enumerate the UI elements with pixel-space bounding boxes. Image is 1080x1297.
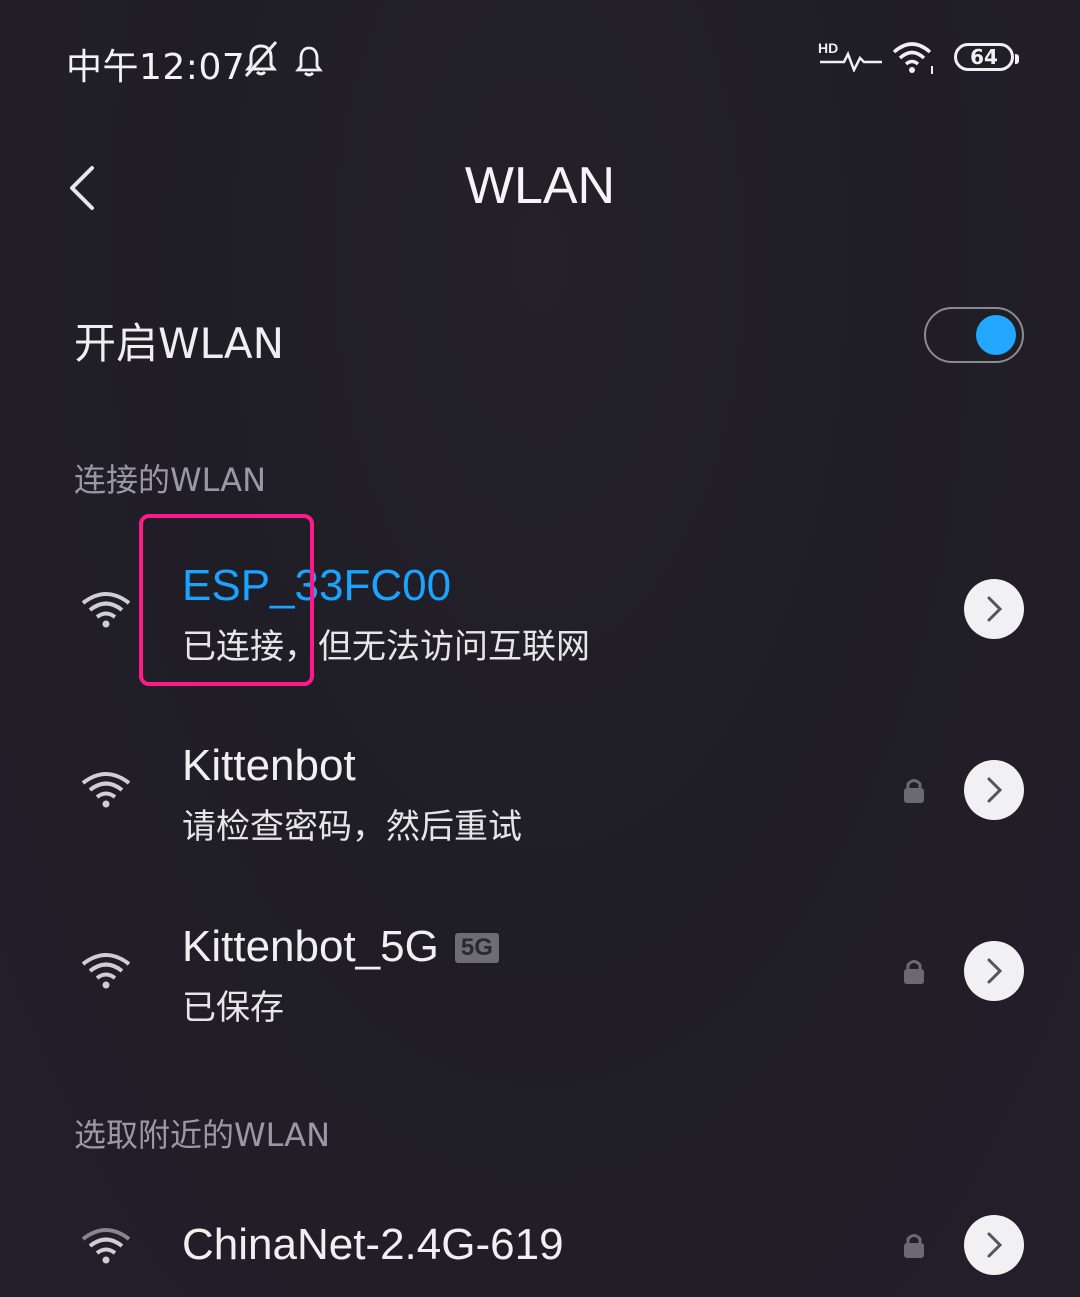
battery-level: 64	[970, 45, 998, 69]
notification-bell-icon	[295, 46, 323, 77]
network-type-label: HD	[818, 40, 838, 56]
page-title: WLAN	[464, 157, 616, 215]
wlan-row-kittenbot-5g[interactable]: Kittenbot_5G 5G 已保存	[0, 886, 1080, 1056]
wlan-toggle-label: 开启WLAN	[74, 319, 285, 368]
status-time: 中午12:07	[66, 47, 246, 88]
wlan-detail-button[interactable]	[964, 1215, 1024, 1275]
chevron-right-icon	[987, 1232, 1003, 1258]
wlan-toggle-switch[interactable]	[924, 307, 1024, 363]
nearby-section-header: 选取附近的WLAN	[74, 1116, 331, 1154]
highlight-annotation-box	[139, 514, 314, 686]
battery-icon: 64	[954, 43, 1019, 71]
wlan-row-chinanet[interactable]: ChinaNet-2.4G-619	[0, 1180, 1080, 1297]
connected-section-header: 连接的WLAN	[74, 461, 267, 499]
chevron-right-icon	[987, 958, 1003, 984]
chevron-right-icon	[987, 596, 1003, 622]
chevron-right-icon	[987, 777, 1003, 803]
wlan-name: Kittenbot	[182, 741, 356, 790]
lock-icon	[904, 1234, 924, 1258]
wifi-signal-icon	[81, 953, 131, 989]
wlan-detail-button[interactable]	[964, 760, 1024, 820]
lock-icon	[904, 960, 924, 984]
wifi-status-icon	[892, 42, 933, 74]
toggle-knob	[976, 315, 1016, 355]
wlan-detail-button[interactable]	[964, 941, 1024, 1001]
wlan-name: ChinaNet-2.4G-619	[182, 1220, 564, 1269]
status-bar: 中午12:07 HD 64	[0, 0, 1080, 120]
alarm-off-icon	[244, 41, 278, 77]
wlan-name-line: Kittenbot_5G 5G	[182, 922, 499, 972]
wlan-status: 已保存	[182, 988, 284, 1028]
hd-signal-icon: HD	[818, 40, 882, 72]
wlan-row-kittenbot[interactable]: Kittenbot 请检查密码，然后重试	[0, 705, 1080, 875]
wlan-status: 请检查密码，然后重试	[182, 807, 522, 847]
lock-icon	[904, 779, 924, 803]
wifi-signal-icon	[81, 592, 131, 628]
wifi-signal-icon	[81, 1228, 131, 1264]
band-badge: 5G	[454, 933, 499, 963]
wlan-name: Kittenbot_5G	[182, 922, 439, 971]
wlan-detail-button[interactable]	[964, 579, 1024, 639]
wifi-signal-icon	[81, 772, 131, 808]
